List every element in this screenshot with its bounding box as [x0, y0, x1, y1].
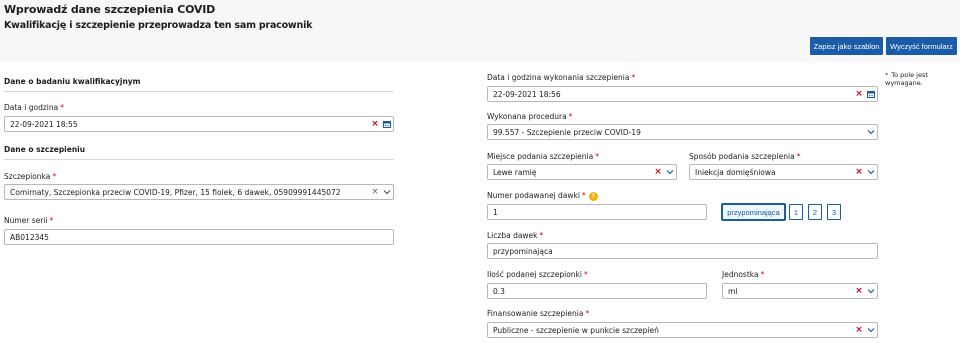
divider: [4, 159, 394, 160]
clear-icon[interactable]: ×: [853, 165, 865, 179]
page-subtitle: Kwalifikację i szczepienie przeprowadza …: [4, 20, 313, 31]
amount-input[interactable]: 0.3: [487, 283, 707, 299]
dose-button-2[interactable]: 2: [808, 204, 822, 220]
chevron-down-icon[interactable]: [865, 125, 877, 139]
dose-button-booster[interactable]: przypominająca: [722, 204, 785, 220]
vaccination-section-title: Dane o szczepieniu: [4, 145, 86, 154]
save-template-button[interactable]: Zapisz jako szablon: [810, 37, 883, 55]
chevron-down-icon[interactable]: [865, 323, 877, 337]
funding-label: Finansowanie szczepienia *: [487, 309, 590, 318]
method-label: Sposób podania szczepienia *: [689, 152, 801, 161]
procedure-select[interactable]: 99.557 - Szczepienie przeciw COVID-19: [487, 124, 878, 140]
dose-number-value: 1: [493, 207, 498, 217]
clear-icon[interactable]: ×: [853, 323, 865, 337]
dose-button-1[interactable]: 1: [789, 204, 803, 220]
clear-icon[interactable]: ×: [853, 87, 865, 101]
page-title: Wprowadź dane szczepienia COVID: [4, 3, 216, 16]
calendar-icon[interactable]: [381, 117, 393, 131]
funding-select[interactable]: Publiczne - szczepienie w punkcie szczep…: [487, 322, 878, 338]
required-note: * To pole jest wymagane.: [885, 71, 928, 87]
method-select[interactable]: Iniekcja domięśniowa ×: [689, 164, 878, 180]
amount-label: Ilość podanej szczepionki *: [487, 270, 588, 279]
dose-number-label: Numer podawanej dawki *?: [487, 191, 598, 201]
chevron-down-icon[interactable]: [664, 165, 676, 179]
amount-value: 0.3: [493, 286, 505, 296]
site-label: Miejsce podania szczepienia *: [487, 152, 599, 161]
chevron-down-icon[interactable]: [865, 165, 877, 179]
funding-value: Publiczne - szczepienie w punkcie szczep…: [493, 325, 659, 335]
vacc-datetime-input[interactable]: 22-09-2021 18:56 ×: [487, 86, 878, 102]
unit-select[interactable]: ml ×: [722, 283, 878, 299]
vaccine-select[interactable]: Comirnaty, Szczepionka przeciw COVID-19,…: [4, 184, 394, 200]
unit-value: ml: [728, 286, 738, 296]
chevron-down-icon[interactable]: [381, 185, 393, 199]
chevron-down-icon[interactable]: [865, 284, 877, 298]
site-select[interactable]: Lewe ramię ×: [487, 164, 677, 180]
procedure-value: 99.557 - Szczepienie przeciw COVID-19: [493, 127, 641, 137]
clear-icon[interactable]: ×: [369, 117, 381, 131]
qual-datetime-input[interactable]: 22-09-2021 18:55 ×: [4, 116, 394, 132]
calendar-icon[interactable]: [865, 87, 877, 101]
dose-number-input[interactable]: 1: [487, 204, 707, 220]
clear-form-button[interactable]: Wyczyść formularz: [886, 37, 957, 55]
help-icon[interactable]: ?: [588, 191, 598, 201]
vaccine-label: Szczepionka *: [4, 172, 57, 181]
page-header: Wprowadź dane szczepienia COVID Kwalifik…: [0, 0, 960, 62]
vacc-datetime-label: Data i godzina wykonania szczepienia *: [487, 73, 636, 82]
serial-value: AB012345: [10, 232, 49, 242]
clear-icon[interactable]: ×: [369, 185, 381, 199]
qualification-section-title: Dane o badaniu kwalifikacyjnym: [4, 77, 141, 86]
serial-label: Numer serii *: [4, 216, 54, 225]
dose-count-input[interactable]: przypominająca: [487, 243, 878, 259]
clear-icon[interactable]: ×: [853, 284, 865, 298]
qual-datetime-value: 22-09-2021 18:55: [10, 119, 78, 129]
unit-label: Jednostka *: [722, 270, 765, 279]
clear-icon[interactable]: ×: [652, 165, 664, 179]
vaccine-value: Comirnaty, Szczepionka przeciw COVID-19,…: [10, 187, 341, 197]
dose-button-3[interactable]: 3: [827, 204, 841, 220]
site-value: Lewe ramię: [493, 167, 537, 177]
dose-count-value: przypominająca: [493, 246, 553, 256]
procedure-label: Wykonana procedura *: [487, 112, 573, 121]
divider: [4, 91, 394, 92]
serial-input[interactable]: AB012345: [4, 229, 394, 245]
dose-count-label: Liczba dawek *: [487, 231, 544, 240]
vacc-datetime-value: 22-09-2021 18:56: [493, 89, 561, 99]
qual-datetime-label: Data i godzina *: [4, 103, 64, 112]
method-value: Iniekcja domięśniowa: [695, 167, 776, 177]
